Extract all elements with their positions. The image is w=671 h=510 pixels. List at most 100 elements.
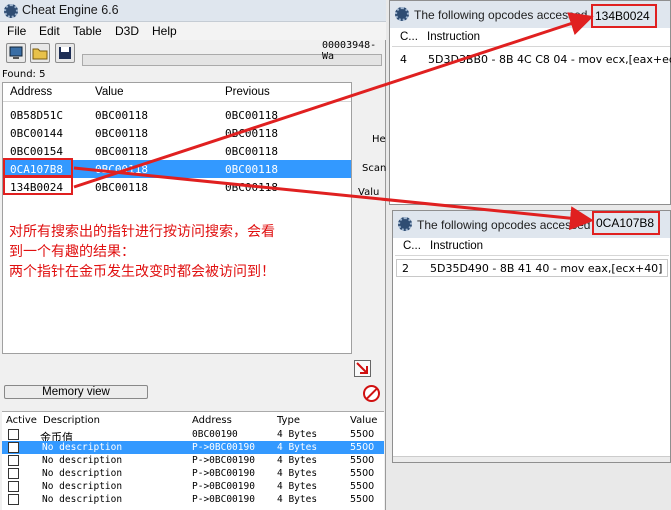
annotation-line: 到一个有趣的结果： xyxy=(9,244,135,260)
resize-grip[interactable] xyxy=(393,456,670,462)
row-count: 2 xyxy=(402,262,409,275)
col-instruction[interactable]: Instruction xyxy=(430,240,483,252)
col-instruction[interactable]: Instruction xyxy=(427,31,480,43)
add-to-list-button[interactable] xyxy=(354,360,371,377)
memory-view-button[interactable]: Memory view xyxy=(4,385,148,399)
active-checkbox[interactable] xyxy=(8,442,19,453)
row-address: P->0BC00190 xyxy=(192,494,255,505)
menu-table[interactable]: Table xyxy=(73,24,102,38)
address-row-selected[interactable]: No description P->0BC00190 4 Bytes 5500 xyxy=(2,441,384,454)
menu-help[interactable]: Help xyxy=(152,24,177,38)
save-button[interactable] xyxy=(55,43,75,63)
cheat-engine-icon xyxy=(398,217,412,231)
row-address: 0B58D51C xyxy=(10,109,63,122)
active-checkbox[interactable] xyxy=(8,481,19,492)
row-count: 4 xyxy=(400,53,407,66)
row-instruction: 5D3D3BB0 - 8B 4C C8 04 - mov ecx,[eax+ec… xyxy=(428,53,671,66)
address-row[interactable]: No description P->0BC00190 4 Bytes 5500 xyxy=(2,493,384,506)
col-value[interactable]: Value xyxy=(350,415,377,426)
menu-bar: File Edit Table D3D Help xyxy=(0,22,386,40)
computer-icon xyxy=(9,46,23,59)
scan-type-label: Scan xyxy=(362,163,387,174)
dialog-title: The following opcodes accessed xyxy=(414,8,588,22)
row-address: P->0BC00190 xyxy=(192,455,255,466)
row-previous: 0BC00118 xyxy=(225,145,278,158)
row-address: P->0BC00190 xyxy=(192,481,255,492)
menu-file[interactable]: File xyxy=(7,24,26,38)
col-active[interactable]: Active xyxy=(6,415,37,426)
col-count[interactable]: C... xyxy=(403,240,421,252)
row-type: 4 Bytes xyxy=(277,494,318,505)
dialog-list-header: C... Instruction xyxy=(395,238,669,256)
address-row[interactable]: 金币值 0BC00190 4 Bytes 5500 xyxy=(2,428,384,444)
row-value: 5500 xyxy=(350,442,375,453)
row-address: 0BC00144 xyxy=(10,127,63,140)
col-previous[interactable]: Previous xyxy=(225,86,270,98)
floppy-icon xyxy=(59,47,71,59)
annotation-line: 两个指针在金币发生改变时都会被访问到！ xyxy=(9,264,275,280)
row-value: 0BC00118 xyxy=(95,145,148,158)
dialog-list-header: C... Instruction xyxy=(392,29,670,47)
row-address: P->0BC00190 xyxy=(192,442,255,453)
row-description: No description xyxy=(42,494,123,505)
dialog-title: The following opcodes accessed xyxy=(417,218,591,232)
row-type: 4 Bytes xyxy=(277,442,318,453)
menu-d3d[interactable]: D3D xyxy=(115,24,139,38)
address-row[interactable]: No description P->0BC00190 4 Bytes 5500 xyxy=(2,454,384,467)
row-value: 5500 xyxy=(350,494,375,505)
scan-results-list[interactable]: Address Value Previous 0B58D51C 0BC00118… xyxy=(2,82,352,354)
row-description: No description xyxy=(42,481,123,492)
stop-icon[interactable] xyxy=(363,385,380,402)
col-value[interactable]: Value xyxy=(95,86,124,98)
red-arrow-icon xyxy=(356,362,368,374)
select-process-button[interactable] xyxy=(6,43,26,63)
active-checkbox[interactable] xyxy=(8,429,19,440)
row-description: No description xyxy=(42,455,123,466)
row-value: 0BC00118 xyxy=(95,181,148,194)
row-value: 0BC00118 xyxy=(95,127,148,140)
active-checkbox[interactable] xyxy=(8,468,19,479)
col-address[interactable]: Address xyxy=(192,415,232,426)
col-description[interactable]: Description xyxy=(43,415,100,426)
address-list[interactable]: Active Description Address Type Value 金币… xyxy=(2,411,384,510)
annotation-line: 对所有搜索出的指针进行按访问搜索，会看 xyxy=(9,224,275,240)
active-checkbox[interactable] xyxy=(8,494,19,505)
col-count[interactable]: C... xyxy=(400,31,418,43)
open-file-button[interactable] xyxy=(30,43,50,63)
row-previous: 0BC00118 xyxy=(225,181,278,194)
result-row[interactable]: 0BC00144 0BC00118 0BC00118 xyxy=(3,124,351,142)
row-instruction: 5D35D490 - 8B 41 40 - mov eax,[ecx+40] xyxy=(430,262,663,275)
row-description: No description xyxy=(42,468,123,479)
menu-edit[interactable]: Edit xyxy=(39,24,60,38)
col-address[interactable]: Address xyxy=(10,86,52,98)
active-checkbox[interactable] xyxy=(8,455,19,466)
opcode-row[interactable]: 4 5D3D3BB0 - 8B 4C C8 04 - mov ecx,[eax+… xyxy=(392,51,671,69)
row-address: P->0BC00190 xyxy=(192,468,255,479)
col-type[interactable]: Type xyxy=(277,415,300,426)
address-row[interactable]: No description P->0BC00190 4 Bytes 5500 xyxy=(2,480,384,493)
row-value: 0BC00118 xyxy=(95,163,148,176)
opcode-row[interactable]: 2 5D35D490 - 8B 41 40 - mov eax,[ecx+40] xyxy=(396,259,668,277)
row-previous: 0BC00118 xyxy=(225,163,278,176)
row-value: 5500 xyxy=(350,468,375,479)
opcodes-dialog-134b0024: The following opcodes accessed 134B0024 … xyxy=(389,0,671,205)
row-type: 4 Bytes xyxy=(277,429,318,440)
row-type: 4 Bytes xyxy=(277,455,318,466)
highlighted-address: 0CA107B8 xyxy=(592,211,660,235)
row-value: 5500 xyxy=(350,429,375,440)
highlight-box-134b0024 xyxy=(3,176,73,195)
cheat-engine-icon xyxy=(395,7,409,21)
row-description: No description xyxy=(42,442,123,453)
opcodes-dialog-0ca107b8: The following opcodes accessed 0CA107B8 … xyxy=(392,210,671,463)
title-bar: Cheat Engine 6.6 xyxy=(0,0,386,22)
value-type-label: Valu xyxy=(358,187,380,198)
cheat-engine-icon xyxy=(4,4,18,18)
cheat-engine-window: Cheat Engine 6.6 File Edit Table D3D Hel… xyxy=(0,0,386,510)
results-header: Address Value Previous xyxy=(3,83,351,102)
folder-icon xyxy=(32,48,48,60)
address-row[interactable]: No description P->0BC00190 4 Bytes 5500 xyxy=(2,467,384,480)
result-row[interactable]: 0B58D51C 0BC00118 0BC00118 xyxy=(3,106,351,124)
highlight-box-0ca107b8 xyxy=(3,158,73,177)
found-count: Found: 5 xyxy=(2,69,46,80)
hex-label: He xyxy=(372,134,386,145)
